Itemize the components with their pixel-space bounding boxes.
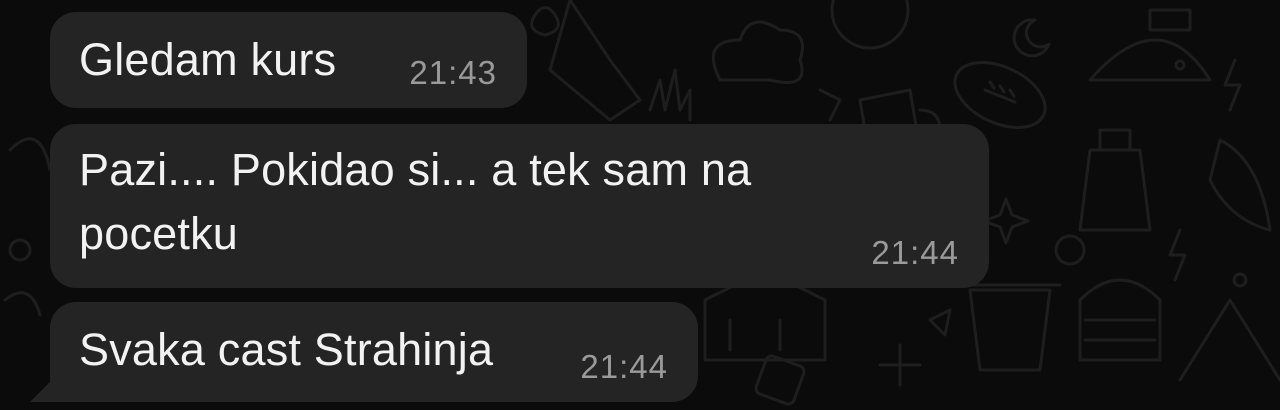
bottle-doodle-icon — [1078, 128, 1152, 232]
arrow-doodle-icon — [818, 88, 842, 122]
triangle-doodle-icon — [928, 308, 952, 337]
face-doodle-icon — [830, 0, 910, 50]
message-timestamp: 21:44 — [580, 348, 668, 385]
message-text: Pazi.... Pokidao si... a tek sam na poce… — [79, 144, 752, 259]
log-cabin-doodle-icon — [1078, 278, 1162, 362]
message-bubble[interactable]: Pazi.... Pokidao si... a tek sam na poce… — [50, 124, 989, 288]
bubble-tail — [30, 380, 52, 402]
plus-doodle-icon — [878, 343, 922, 387]
message-text: Svaka cast Strahinja — [79, 324, 494, 375]
message-bubble[interactable]: Svaka cast Strahinja 21:44 — [50, 302, 698, 402]
boot-doodle-icon — [548, 0, 642, 122]
message-timestamp: 21:44 — [871, 234, 959, 271]
leaf-doodle-icon — [8, 137, 52, 172]
message-timestamp: 21:43 — [409, 54, 497, 91]
lightning-doodle-icon — [1223, 58, 1242, 112]
cloud-doodle-icon — [711, 20, 804, 84]
rocket-doodle-icon — [1208, 138, 1272, 232]
leaf-doodle-icon — [3, 291, 42, 317]
mountain-doodle-icon — [1178, 298, 1280, 382]
dice-doodle-icon — [754, 354, 806, 406]
flower-doodle-icon — [530, 6, 560, 37]
message-bubble[interactable]: Gledam kurs 21:43 — [50, 12, 527, 108]
message-text: Gledam kurs — [79, 34, 337, 85]
pot-doodle-icon — [958, 283, 1062, 372]
moon-doodle-icon — [1012, 18, 1051, 58]
grass-doodle-icon — [648, 68, 692, 122]
sparkle-doodle-icon — [982, 197, 1030, 245]
taco-doodle-icon — [1088, 38, 1212, 82]
lightning-doodle-icon — [1168, 228, 1187, 282]
